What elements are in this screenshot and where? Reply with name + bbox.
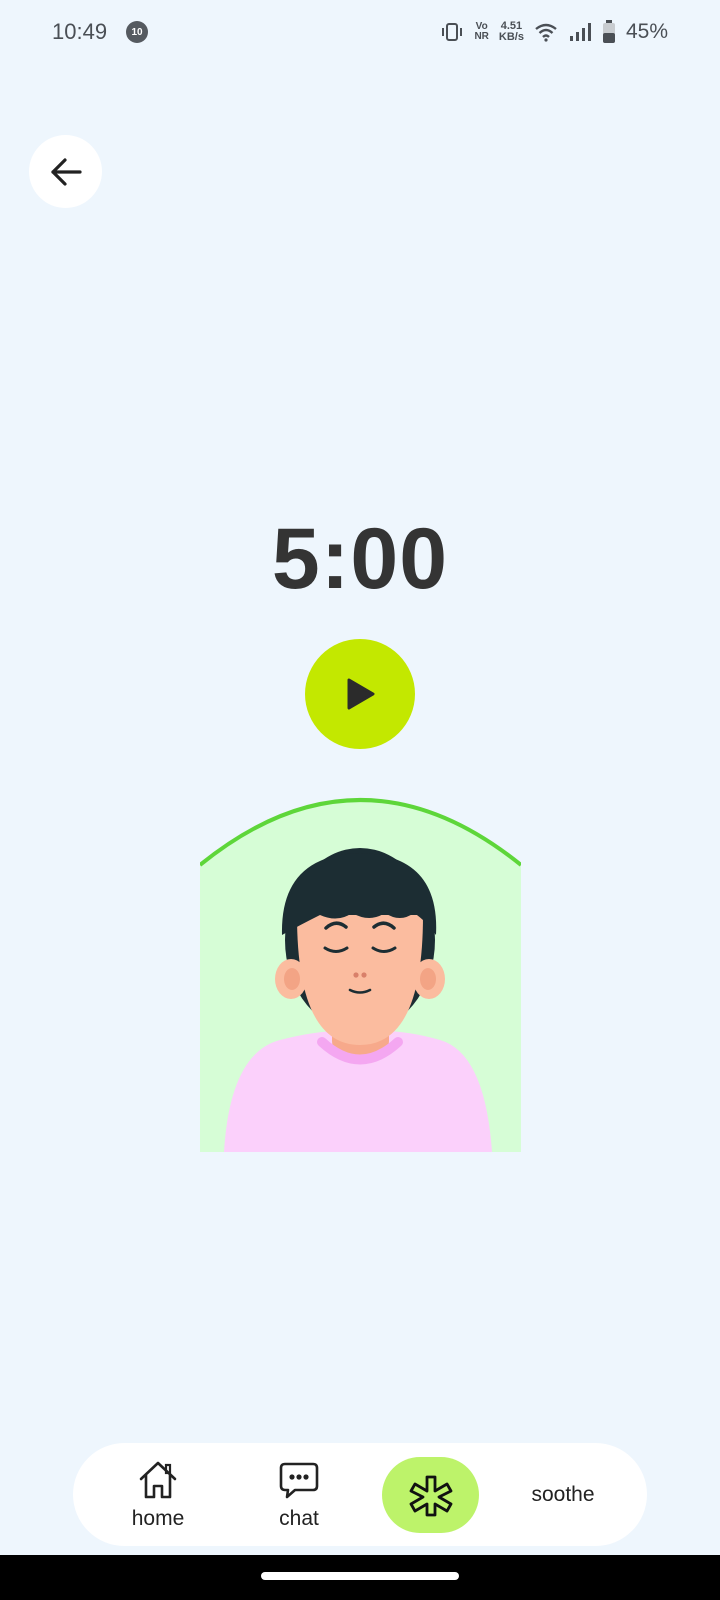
status-bar: 10:49 10 Vo NR 4.51 KB/s 45% — [0, 0, 720, 64]
nav-item-meditate[interactable] — [382, 1457, 479, 1533]
arrow-left-icon — [50, 157, 82, 186]
vibrate-icon — [442, 23, 463, 41]
play-icon — [347, 678, 375, 710]
gesture-handle[interactable] — [261, 1572, 459, 1580]
nav-item-soothe[interactable]: soothe — [503, 1443, 623, 1546]
status-time: 10:49 — [52, 19, 108, 44]
house-icon — [139, 1461, 177, 1498]
vonr-indicator: Vo NR — [474, 21, 489, 42]
signal-icon — [569, 23, 591, 41]
chat-bubble-icon — [279, 1462, 319, 1498]
meditating-person-illustration — [200, 798, 521, 1152]
nav-label-home: home — [131, 1506, 185, 1530]
asterisk-icon — [409, 1475, 452, 1517]
nav-item-home[interactable]: home — [103, 1443, 213, 1546]
system-navigation-bar — [0, 1555, 720, 1600]
nav-label-chat: chat — [279, 1506, 319, 1530]
notification-badge: 10 — [126, 21, 148, 43]
play-button[interactable] — [305, 639, 415, 749]
back-button[interactable] — [29, 135, 102, 208]
status-icons: Vo NR 4.51 KB/s 45% — [440, 16, 668, 48]
battery-icon — [602, 20, 615, 43]
wifi-icon — [535, 23, 557, 42]
network-speed: 4.51 KB/s — [498, 20, 524, 43]
timer-display: 5:00 — [271, 511, 449, 607]
nav-item-chat[interactable]: chat — [244, 1443, 354, 1546]
nav-label-soothe: soothe — [531, 1482, 595, 1506]
bottom-nav: home chat soothe — [73, 1443, 647, 1546]
battery-percent: 45% — [625, 20, 668, 43]
